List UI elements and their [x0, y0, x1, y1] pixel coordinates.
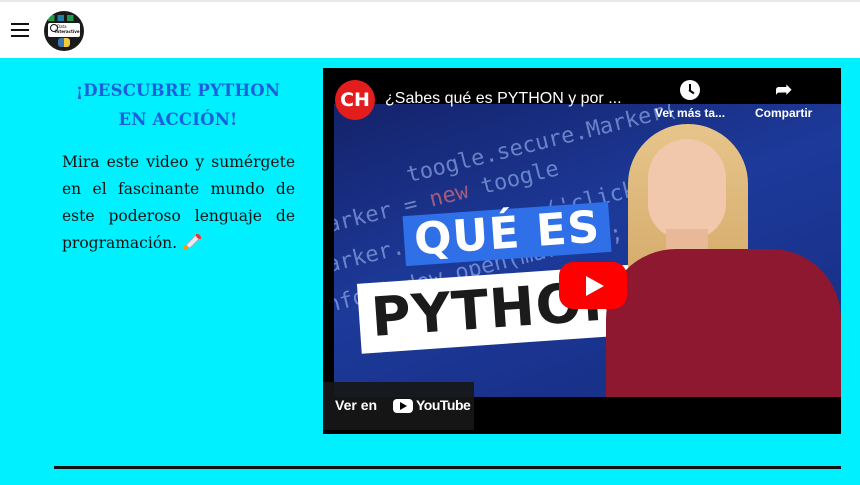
youtube-wordmark: YouTube: [416, 397, 471, 413]
watch-on-label: Ver en: [335, 397, 378, 413]
video-title[interactable]: ¿Sabes qué es PYTHON y por ...: [385, 90, 645, 108]
presenter-image: [606, 124, 841, 397]
clock-icon: [680, 80, 701, 100]
section-paragraph: Mira este video y sumérgete en el fascin…: [62, 149, 295, 257]
section-heading: ¡DESCUBRE PYTHON EN ACCIÓN!: [75, 81, 281, 129]
youtube-logo-icon: [393, 399, 413, 413]
hamburger-menu-icon[interactable]: [11, 23, 29, 37]
share-button[interactable]: ➦ Compartir: [755, 80, 812, 120]
share-label: Compartir: [755, 106, 813, 120]
watch-on-youtube-button[interactable]: Ver en YouTube: [323, 382, 474, 430]
share-arrow-icon: ➦: [775, 79, 793, 101]
python-video-section: ¡DESCUBRE PYTHON EN ACCIÓN! Mira este vi…: [0, 58, 860, 485]
logo-text-line2: Interactive: [55, 29, 80, 34]
logo-bars-graphic: [48, 15, 80, 21]
youtube-video-embed[interactable]: toogle.secure.Marker( arker = new toogle…: [323, 68, 841, 434]
section-divider: [54, 466, 841, 469]
paragraph-text: Mira este video y sumérgete en el fascin…: [62, 153, 295, 252]
python-logo-icon: [58, 38, 70, 47]
rocket-icon: [182, 233, 202, 251]
channel-avatar[interactable]: CH: [335, 80, 375, 120]
top-navigation-bar: Data Interactive: [0, 0, 860, 58]
watch-later-label: Ver más ta...: [655, 106, 726, 120]
watch-later-button[interactable]: Ver más ta...: [655, 80, 725, 120]
play-button-icon[interactable]: [559, 262, 627, 309]
video-thumbnail[interactable]: toogle.secure.Marker( arker = new toogle…: [334, 104, 841, 397]
site-logo[interactable]: Data Interactive: [44, 11, 84, 51]
